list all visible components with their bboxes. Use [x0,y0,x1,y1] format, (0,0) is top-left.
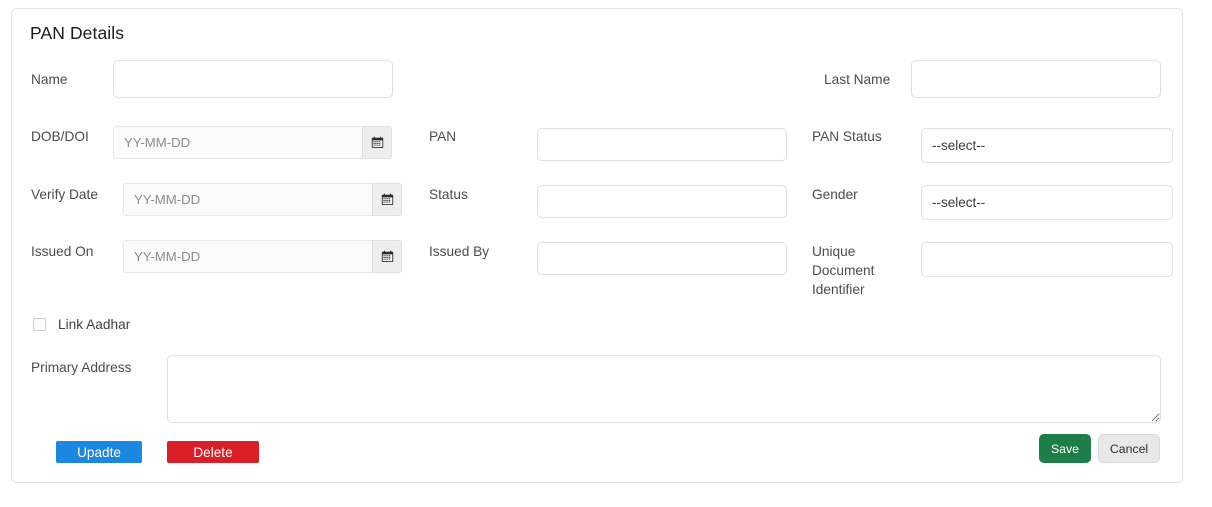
dob-doi-input[interactable] [113,126,362,159]
last-name-input[interactable] [911,60,1161,98]
calendar-icon-button-dob[interactable] [362,126,392,159]
name-input[interactable] [113,60,393,98]
label-pan: PAN [429,129,457,144]
calendar-icon-button-issued-on[interactable] [372,240,402,273]
pan-status-select[interactable]: --select-- [921,128,1173,163]
calendar-icon [381,250,393,263]
update-button[interactable]: Upadte [56,441,142,463]
label-gender: Gender [812,187,858,202]
link-aadhar-row: Link Aadhar [33,317,130,332]
calendar-icon [371,136,383,149]
delete-button[interactable]: Delete [167,441,259,463]
primary-address-textarea[interactable] [167,355,1161,423]
page-title: PAN Details [30,23,125,43]
pan-details-card: PAN Details Name Last Name DOB/DOI YY-MM… [11,8,1183,483]
save-button[interactable]: Save [1039,434,1091,463]
issued-on-input[interactable] [123,240,372,273]
issued-on-date-group [123,240,402,273]
status-input[interactable] [537,185,787,218]
pan-status-selected-value: --select-- [932,138,986,153]
pan-input[interactable] [537,128,787,161]
unique-document-identifier-input[interactable] [921,242,1173,277]
issued-by-input[interactable] [537,242,787,275]
link-aadhar-checkbox[interactable] [33,318,46,331]
gender-select[interactable]: --select-- [921,185,1173,220]
label-pan-status: PAN Status [812,129,882,144]
label-unique-document-identifier: Unique Document Identifier [812,244,875,297]
calendar-icon [381,193,393,206]
link-aadhar-label: Link Aadhar [58,317,131,332]
verify-date-date-group [123,183,402,216]
pan-details-screen: PAN Details Name Last Name DOB/DOI YY-MM… [0,0,1212,507]
verify-date-input[interactable] [123,183,372,216]
label-issued-by: Issued By [429,244,490,259]
gender-selected-value: --select-- [932,195,986,210]
cancel-button[interactable]: Cancel [1098,434,1160,463]
dob-doi-date-group [113,126,392,159]
label-status: Status [429,187,468,202]
calendar-icon-button-verify[interactable] [372,183,402,216]
